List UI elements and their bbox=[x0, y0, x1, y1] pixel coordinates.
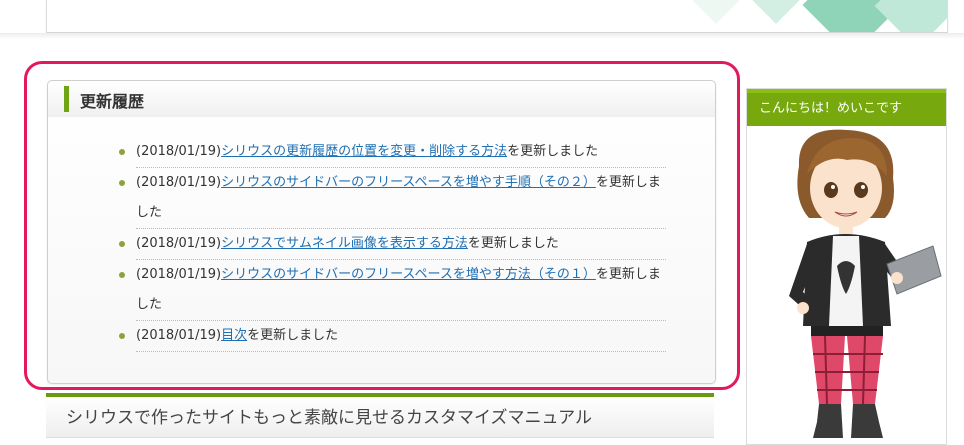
bullet-icon bbox=[119, 149, 125, 155]
update-history-header: 更新履歴 bbox=[48, 81, 715, 117]
history-date: (2018/01/19) bbox=[136, 175, 222, 190]
history-item: (2018/01/19)シリウスのサイドバーのフリースペースを増やす手順（その２… bbox=[119, 168, 666, 229]
heading-accent-bar bbox=[64, 86, 69, 112]
history-item: (2018/01/19)シリウスの更新履歴の位置を変更・削除する方法を更新しまし… bbox=[119, 137, 666, 168]
article-title-bar: シリウスで作ったサイトもっと素敵に見せるカスタマイズマニュアル bbox=[46, 393, 714, 438]
history-date: (2018/01/19) bbox=[136, 144, 222, 159]
bullet-icon bbox=[119, 180, 125, 186]
sidebar-profile-title: こんにちは！めいこです bbox=[759, 101, 903, 116]
header-banner bbox=[46, 0, 948, 33]
bullet-icon bbox=[119, 241, 125, 247]
bullet-icon bbox=[119, 272, 125, 278]
header-shadow bbox=[0, 33, 964, 39]
update-history-box: 更新履歴 (2018/01/19)シリウスの更新履歴の位置を変更・削除する方法を… bbox=[47, 80, 716, 384]
diamond-decoration bbox=[874, 0, 947, 32]
history-link[interactable]: シリウスの更新履歴の位置を変更・削除する方法 bbox=[221, 144, 507, 159]
bullet-icon bbox=[119, 333, 125, 339]
history-link[interactable]: シリウスでサムネイル画像を表示する方法 bbox=[221, 236, 468, 251]
update-history-list: (2018/01/19)シリウスの更新履歴の位置を変更・削除する方法を更新しまし… bbox=[119, 137, 666, 352]
update-history-title: 更新履歴 bbox=[80, 92, 145, 111]
avatar-illustration bbox=[789, 129, 942, 438]
history-link[interactable]: 目次 bbox=[221, 328, 247, 343]
article-title: シリウスで作ったサイトもっと素敵に見せるカスタマイズマニュアル bbox=[66, 408, 592, 428]
history-suffix: を更新しました bbox=[247, 328, 339, 343]
sidebar-profile: こんにちは！めいこです bbox=[746, 88, 947, 445]
history-item: (2018/01/19)目次を更新しました bbox=[119, 321, 666, 352]
history-item: (2018/01/19)シリウスでサムネイル画像を表示する方法を更新しました bbox=[119, 229, 666, 260]
history-suffix: を更新しました bbox=[507, 144, 599, 159]
sidebar-profile-header: こんにちは！めいこです bbox=[747, 89, 946, 126]
history-date: (2018/01/19) bbox=[136, 236, 222, 251]
history-date: (2018/01/19) bbox=[136, 267, 222, 282]
history-date: (2018/01/19) bbox=[136, 328, 222, 343]
history-link[interactable]: シリウスのサイドバーのフリースペースを増やす方法（その１） bbox=[221, 267, 596, 282]
history-suffix: を更新しました bbox=[467, 236, 559, 251]
history-link[interactable]: シリウスのサイドバーのフリースペースを増やす手順（その２） bbox=[221, 175, 596, 190]
diamond-decoration bbox=[749, 0, 803, 24]
history-item: (2018/01/19)シリウスのサイドバーのフリースペースを増やす方法（その１… bbox=[119, 260, 666, 321]
diamond-decoration bbox=[689, 0, 743, 24]
